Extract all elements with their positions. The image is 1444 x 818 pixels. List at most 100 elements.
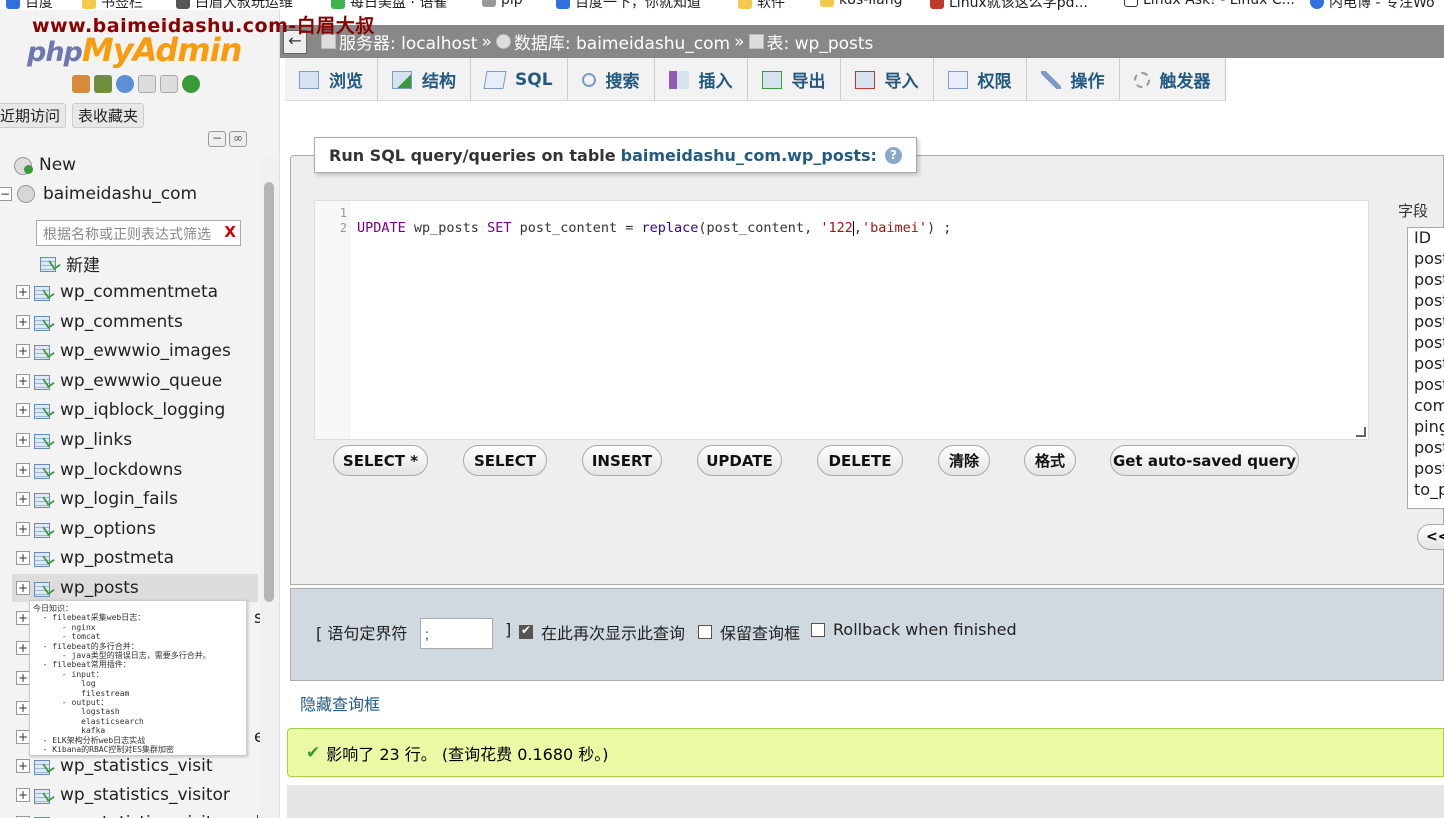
bookmark-item[interactable]: 白眉大叔玩运维 bbox=[176, 0, 293, 10]
bookmark-item[interactable]: 百度一下，你就知道 bbox=[556, 0, 701, 10]
table-item[interactable]: + wp_postmeta bbox=[16, 544, 258, 572]
link-icon[interactable]: ∞ bbox=[229, 131, 247, 147]
docs-icon[interactable] bbox=[138, 75, 156, 93]
bookmark-item[interactable]: 百度 bbox=[6, 0, 53, 10]
field-option[interactable]: ID bbox=[1408, 228, 1444, 249]
table-item[interactable]: + wp_login_fails bbox=[16, 485, 258, 513]
expand-icon[interactable]: + bbox=[16, 374, 30, 388]
tree-item-database[interactable]: − baimeidashu_com bbox=[0, 180, 258, 208]
format-button[interactable]: 格式 bbox=[1024, 445, 1076, 476]
bookmark-item[interactable]: Linux Ask! - Linux C... bbox=[1124, 0, 1295, 8]
field-option[interactable]: to_p bbox=[1408, 480, 1444, 501]
table-item[interactable]: + wp_lockdowns bbox=[16, 456, 258, 484]
help-icon[interactable]: ? bbox=[884, 146, 902, 164]
expand-icon[interactable]: + bbox=[16, 522, 30, 536]
bookmark-item[interactable]: k8s-liang bbox=[820, 0, 902, 8]
retain-box-checkbox[interactable] bbox=[698, 625, 712, 639]
bookmark-item[interactable]: 软件 bbox=[738, 0, 785, 10]
table-filter-input[interactable]: 根据名称或正则表达式筛选 X bbox=[36, 220, 241, 246]
nav-scrollbar-thumb[interactable] bbox=[264, 182, 274, 602]
table-item[interactable]: + wp_commentmeta bbox=[16, 278, 258, 306]
resize-handle[interactable] bbox=[1356, 427, 1366, 437]
select-button[interactable]: SELECT bbox=[463, 445, 547, 476]
expand-icon[interactable]: + bbox=[16, 403, 30, 417]
table-item[interactable]: + wp_ewwwio_images bbox=[16, 337, 258, 365]
settings-icon[interactable] bbox=[160, 75, 178, 93]
bookmark-item[interactable]: 书签栏 bbox=[82, 0, 143, 10]
expand-icon[interactable]: + bbox=[16, 701, 30, 715]
tab-sql[interactable]: SQL bbox=[471, 58, 568, 101]
get-auto-saved-query-button[interactable]: Get auto-saved query bbox=[1110, 445, 1299, 476]
tab-favorites[interactable]: 表收藏夹 bbox=[72, 103, 145, 128]
expand-icon[interactable]: + bbox=[16, 759, 30, 773]
bookmark-item[interactable]: pip bbox=[482, 0, 523, 8]
tab-structure[interactable]: 结构 bbox=[378, 58, 471, 101]
help-icon[interactable] bbox=[116, 75, 134, 93]
insert-field-button[interactable]: << bbox=[1417, 524, 1444, 550]
field-option[interactable]: post bbox=[1408, 270, 1444, 291]
expand-icon[interactable]: + bbox=[16, 285, 30, 299]
delimiter-input[interactable] bbox=[420, 618, 493, 649]
bookmark-item[interactable]: 每日美盘 · 语雀 bbox=[331, 0, 447, 10]
expand-icon[interactable]: + bbox=[16, 492, 30, 506]
insert-button[interactable]: INSERT bbox=[582, 445, 662, 476]
bookmark-item[interactable]: Linux就该这么学pd... bbox=[930, 0, 1088, 10]
tab-privileges[interactable]: 权限 bbox=[934, 58, 1027, 101]
field-option[interactable]: ping bbox=[1408, 417, 1444, 438]
logout-icon[interactable] bbox=[94, 75, 112, 93]
update-button[interactable]: UPDATE bbox=[697, 445, 782, 476]
sql-editor[interactable]: 1 2 UPDATE wp_posts SET post_content = r… bbox=[314, 200, 1369, 440]
tab-browse[interactable]: 浏览 bbox=[285, 58, 378, 101]
field-option[interactable]: post bbox=[1408, 459, 1444, 480]
table-item[interactable]: + wp_statistics_visitor bbox=[16, 781, 258, 809]
rollback-checkbox[interactable] bbox=[811, 622, 825, 637]
fields-list[interactable]: ID post post post post post post post co… bbox=[1407, 227, 1444, 509]
expand-icon[interactable]: + bbox=[16, 641, 30, 655]
table-item[interactable]: + wp_options bbox=[16, 515, 258, 543]
table-item[interactable]: +wp_statistics_visitor_relat bbox=[16, 809, 258, 818]
breadcrumb-table[interactable]: 表: wp_posts bbox=[748, 29, 873, 54]
expand-icon[interactable]: + bbox=[16, 433, 30, 447]
expand-icon[interactable]: + bbox=[16, 671, 30, 685]
tab-operations[interactable]: 操作 bbox=[1027, 58, 1120, 101]
table-item[interactable]: + wp_statistics_visit bbox=[16, 752, 258, 780]
tab-import[interactable]: 导入 bbox=[841, 58, 934, 101]
tree-item-new[interactable]: New bbox=[0, 151, 258, 179]
collapse-icon[interactable]: − bbox=[0, 187, 12, 201]
tab-insert[interactable]: 插入 bbox=[655, 58, 748, 101]
retain-query-box-option[interactable]: 保留查询框 bbox=[698, 620, 800, 644]
tab-search[interactable]: 搜索 bbox=[568, 58, 655, 101]
expand-icon[interactable]: + bbox=[16, 788, 30, 802]
tab-triggers[interactable]: 触发器 bbox=[1120, 58, 1226, 101]
table-item[interactable]: + wp_comments bbox=[16, 308, 258, 336]
field-option[interactable]: post bbox=[1408, 312, 1444, 333]
tab-recent[interactable]: 近期访问 bbox=[0, 103, 67, 128]
tab-export[interactable]: 导出 bbox=[748, 58, 841, 101]
table-item[interactable]: + wp_iqblock_logging bbox=[16, 396, 258, 424]
breadcrumb-database[interactable]: 数据库: baimeidashu_com bbox=[495, 29, 730, 54]
tree-item-new-table[interactable]: 新建 bbox=[40, 249, 258, 277]
field-option[interactable]: post bbox=[1408, 375, 1444, 396]
select-star-button[interactable]: SELECT * bbox=[333, 445, 428, 476]
table-item[interactable]: + wp_links bbox=[16, 426, 258, 454]
expand-icon[interactable]: + bbox=[16, 551, 30, 565]
expand-icon[interactable]: + bbox=[16, 581, 30, 595]
field-option[interactable]: post bbox=[1408, 354, 1444, 375]
field-option[interactable]: post bbox=[1408, 291, 1444, 312]
collapse-all-icon[interactable]: − bbox=[208, 131, 226, 147]
expand-icon[interactable]: + bbox=[16, 463, 30, 477]
show-query-again-option[interactable]: 在此再次显示此查询 bbox=[519, 620, 685, 644]
rollback-option[interactable]: Rollback when finished bbox=[811, 620, 1017, 639]
reload-icon[interactable] bbox=[182, 75, 200, 93]
delete-button[interactable]: DELETE bbox=[817, 445, 903, 476]
field-option[interactable]: post bbox=[1408, 333, 1444, 354]
field-option[interactable]: post bbox=[1408, 249, 1444, 270]
expand-icon[interactable]: + bbox=[16, 315, 30, 329]
show-query-checkbox[interactable] bbox=[519, 623, 533, 639]
expand-icon[interactable]: + bbox=[16, 611, 30, 625]
field-option[interactable]: post bbox=[1408, 438, 1444, 459]
expand-icon[interactable]: + bbox=[16, 344, 30, 358]
legend-table-name[interactable]: baimeidashu_com.wp_posts: bbox=[621, 146, 877, 165]
clear-filter-icon[interactable]: X bbox=[224, 223, 236, 241]
expand-icon[interactable]: + bbox=[16, 730, 30, 744]
